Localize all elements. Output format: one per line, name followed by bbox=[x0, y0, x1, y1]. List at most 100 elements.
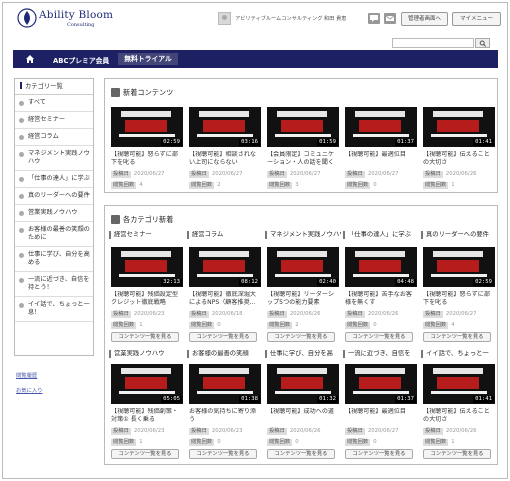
sidebar-category-item[interactable]: 経営セミナー bbox=[15, 112, 93, 129]
content-card[interactable]: 01:38 お客様の気持ちに寄り添う 投稿日 2020/06/23 閲覧回数 0 コンテンツ… bbox=[189, 364, 261, 459]
post-date-label: 投稿日 bbox=[189, 428, 209, 435]
content-title[interactable]: 【視聴可能】徹底深堀大によるNPS（顧客推奨… bbox=[189, 291, 261, 308]
content-card[interactable]: 32:13 【視聴可能】残価設定型クレジット徹底戦略 投稿日 2020/06/23 閲覧… bbox=[111, 247, 183, 342]
content-card[interactable]: 01:37 【視聴可能】最適位目 投稿日 2020/06/27 閲覧回数 0 bbox=[345, 107, 417, 190]
content-card[interactable]: 02:59 【視聴可能】怒らずに部下を叱る 投稿日 2020/06/27 閲覧回数 4 bbox=[111, 107, 183, 190]
content-card[interactable]: 01:41 【視聴可能】伝えることの大切さ 投稿日 2020/06/26 閲覧回数 1 コン… bbox=[423, 364, 495, 459]
admin-screen-button[interactable]: 管理者画面へ bbox=[401, 12, 448, 26]
sidebar-category-item[interactable]: 「仕事の達人」に学ぶ bbox=[15, 171, 93, 188]
category-column-heading[interactable]: お客様の最善の笑顔 bbox=[187, 350, 263, 358]
content-card[interactable]: 01:37 【視聴可能】最適位目 投稿日 2020/06/27 閲覧回数 0 コンテンツ一覧… bbox=[345, 364, 417, 459]
content-card[interactable]: 02:59 【視聴可能】怒らずに部下を叱る 投稿日 2020/06/27 閲覧回数 4 コン… bbox=[423, 247, 495, 342]
sidebar-category-item[interactable]: イイ話で、ちょっと一息！ bbox=[15, 297, 93, 322]
content-title[interactable]: 【視聴可能】成功への道 bbox=[267, 408, 339, 425]
video-thumbnail[interactable]: 01:41 bbox=[423, 364, 495, 404]
chat-icon[interactable] bbox=[368, 13, 380, 24]
content-card[interactable]: 05:05 【視聴可能】残価創策・対策① 長く乗る 投稿日 2020/06/23 閲覧回… bbox=[111, 364, 183, 459]
video-thumbnail[interactable]: 08:12 bbox=[189, 247, 261, 287]
video-thumbnail[interactable]: 01:59 bbox=[267, 107, 339, 147]
content-card[interactable]: 02:40 【視聴可能】リーダーシップ5つの能力要素 投稿日 2020/06/26 閲覧… bbox=[267, 247, 339, 342]
content-title[interactable]: 【視聴可能】最適位目 bbox=[345, 151, 417, 168]
video-thumbnail[interactable]: 02:59 bbox=[423, 247, 495, 287]
category-column-heading[interactable]: 真のリーダーへの要件 bbox=[421, 231, 497, 239]
content-title[interactable]: 【視聴可能】リーダーシップ5つの能力要素 bbox=[267, 291, 339, 308]
view-count: 閲覧回数 0 bbox=[267, 438, 339, 447]
mail-icon[interactable] bbox=[384, 13, 396, 24]
sidebar-category-item[interactable]: すべて bbox=[15, 95, 93, 112]
view-contents-list-button[interactable]: コンテンツ一覧を見る bbox=[189, 449, 257, 459]
video-thumbnail[interactable]: 01:38 bbox=[189, 364, 261, 404]
content-title[interactable]: 【視聴可能】相談されない上司にならない bbox=[189, 151, 261, 168]
nav-item-abc-premium[interactable]: ABCプレミア会員 bbox=[53, 55, 109, 65]
video-thumbnail[interactable]: 02:59 bbox=[111, 107, 183, 147]
video-thumbnail[interactable]: 32:13 bbox=[111, 247, 183, 287]
bullet-icon bbox=[19, 134, 24, 140]
view-contents-list-button[interactable]: コンテンツ一覧を見る bbox=[345, 332, 413, 342]
sidebar-category-item[interactable]: 営業実践ノウハウ bbox=[15, 205, 93, 222]
category-column-heading[interactable]: マネジメント実践ノウハウ bbox=[265, 231, 341, 239]
content-card[interactable]: 01:32 【視聴可能】成功への道 投稿日 2020/06/26 閲覧回数 0 コンテンツ一… bbox=[267, 364, 339, 459]
sidebar-category-item[interactable]: マネジメント実践ノウハウ bbox=[15, 146, 93, 171]
video-thumbnail[interactable]: 03:16 bbox=[189, 107, 261, 147]
history-link[interactable]: 閲覧履歴 bbox=[16, 371, 43, 379]
category-column-heading[interactable]: イイ話で、ちょっと一 bbox=[421, 350, 497, 358]
content-title[interactable]: 【視聴可能】怒らずに部下を叱る bbox=[423, 291, 495, 308]
view-contents-list-button[interactable]: コンテンツ一覧を見る bbox=[189, 332, 257, 342]
view-contents-list-button[interactable]: コンテンツ一覧を見る bbox=[267, 332, 335, 342]
content-title[interactable]: 【視聴可能】最適位目 bbox=[345, 408, 417, 425]
post-date: 投稿日 2020/06/26 bbox=[267, 310, 339, 319]
video-thumbnail[interactable]: 05:05 bbox=[111, 364, 183, 404]
favorites-link[interactable]: お気に入り bbox=[16, 386, 43, 394]
category-column-heading[interactable]: 仕事に学び、自分を高 bbox=[265, 350, 341, 358]
video-thumbnail[interactable]: 01:41 bbox=[423, 107, 495, 147]
content-title[interactable]: 【視聴可能】苦手なお客様を無くす bbox=[345, 291, 417, 308]
nav-item-free-trial[interactable]: 無料トライアル bbox=[118, 53, 178, 65]
category-column-heading[interactable]: 一流に近づき、自信を bbox=[343, 350, 419, 358]
content-title[interactable]: 【視聴可能】残価創策・対策① 長く乗る bbox=[111, 408, 183, 425]
sidebar-category-item[interactable]: 一流に近づき、自信を持とう！ bbox=[15, 272, 93, 297]
video-thumbnail[interactable]: 01:37 bbox=[345, 364, 417, 404]
sidebar-category-item[interactable]: お客様の最善の笑顔のために bbox=[15, 222, 93, 247]
new-contents-heading: 新着コンテンツ bbox=[111, 88, 173, 98]
logo[interactable]: Ability Bloom Consulting bbox=[17, 8, 113, 30]
video-thumbnail[interactable]: 04:48 bbox=[345, 247, 417, 287]
content-title[interactable]: お客様の気持ちに寄り添う bbox=[189, 408, 261, 425]
view-contents-list-button[interactable]: コンテンツ一覧を見る bbox=[423, 332, 491, 342]
category-column-heading[interactable]: 経営セミナー bbox=[109, 231, 185, 239]
sidebar-category-item[interactable]: 真のリーダーへの要件 bbox=[15, 188, 93, 205]
home-icon[interactable] bbox=[25, 54, 35, 64]
content-title[interactable]: 【視聴可能】残価設定型クレジット徹底戦略 bbox=[111, 291, 183, 308]
content-title[interactable]: 【視聴可能】伝えることの大切さ bbox=[423, 408, 495, 425]
video-thumbnail[interactable]: 01:32 bbox=[267, 364, 339, 404]
my-menu-button[interactable]: マイメニュー bbox=[452, 12, 501, 26]
category-column-heading[interactable]: 経営コラム bbox=[187, 231, 263, 239]
view-contents-list-button[interactable]: コンテンツ一覧を見る bbox=[345, 449, 413, 459]
view-count-value: 0 bbox=[373, 322, 377, 328]
content-card[interactable]: 01:59 【会員限定】コミュニケーション・人の話を聞く 投稿日 2020/06/27… bbox=[267, 107, 339, 190]
content-card[interactable]: 08:12 【視聴可能】徹底深堀大によるNPS（顧客推奨… 投稿日 2020/06/1… bbox=[189, 247, 261, 342]
video-duration: 02:40 bbox=[317, 279, 338, 286]
content-title[interactable]: 【会員限定】コミュニケーション・人の話を聞く bbox=[267, 151, 339, 168]
video-thumbnail[interactable]: 01:37 bbox=[345, 107, 417, 147]
search-input[interactable] bbox=[392, 38, 474, 48]
sidebar-category-item[interactable]: 仕事に学び、自分を高める bbox=[15, 247, 93, 272]
category-column-heading[interactable]: 営業実践ノウハウ bbox=[109, 350, 185, 358]
content-title[interactable]: 【視聴可能】怒らずに部下を叱る bbox=[111, 151, 183, 168]
content-card[interactable]: 04:48 【視聴可能】苦手なお客様を無くす 投稿日 2020/06/26 閲覧回数 0 コ… bbox=[345, 247, 417, 342]
post-date-label: 投稿日 bbox=[189, 171, 209, 178]
search-button[interactable] bbox=[475, 38, 490, 48]
view-contents-list-button[interactable]: コンテンツ一覧を見る bbox=[267, 449, 335, 459]
view-contents-list-button[interactable]: コンテンツ一覧を見る bbox=[423, 449, 491, 459]
content-card[interactable]: 01:41 【視聴可能】伝えることの大切さ 投稿日 2020/06/26 閲覧回数 1 bbox=[423, 107, 495, 190]
view-count-label: 閲覧回数 bbox=[267, 182, 293, 189]
post-date-value: 2020/06/18 bbox=[211, 311, 243, 317]
category-column-heading[interactable]: 「仕事の達人」に学ぶ bbox=[343, 231, 419, 239]
content-title[interactable]: 【視聴可能】伝えることの大切さ bbox=[423, 151, 495, 168]
content-card[interactable]: 03:16 【視聴可能】相談されない上司にならない 投稿日 2020/06/27 閲覧回… bbox=[189, 107, 261, 190]
view-contents-list-button[interactable]: コンテンツ一覧を見る bbox=[111, 449, 179, 459]
view-count-value: 0 bbox=[217, 439, 221, 445]
video-duration: 01:32 bbox=[317, 396, 338, 403]
sidebar-category-item[interactable]: 経営コラム bbox=[15, 129, 93, 146]
view-contents-list-button[interactable]: コンテンツ一覧を見る bbox=[111, 332, 179, 342]
video-thumbnail[interactable]: 02:40 bbox=[267, 247, 339, 287]
